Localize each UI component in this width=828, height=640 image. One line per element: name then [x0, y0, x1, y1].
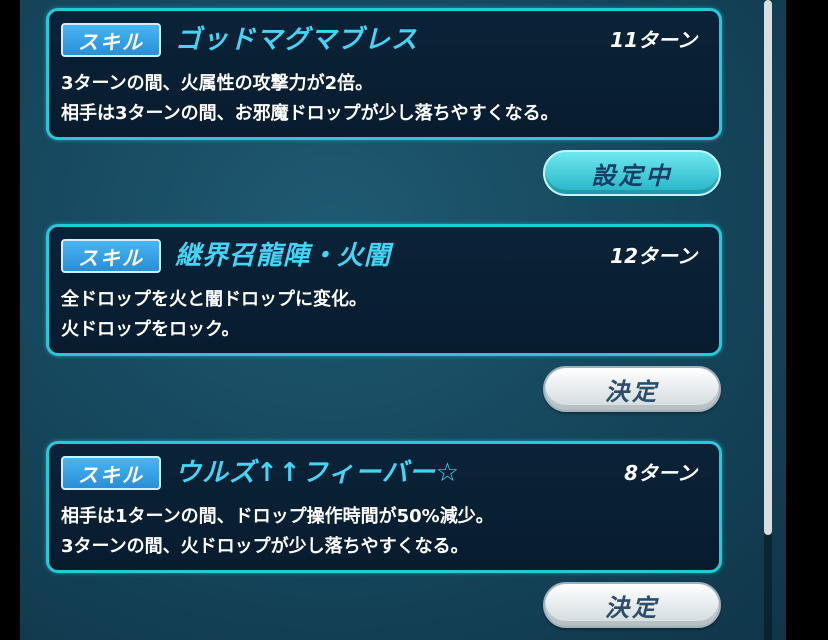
skill-description-line: 3ターンの間、火ドロップが少し落ちやすくなる。 — [61, 536, 469, 557]
decide-button[interactable]: 決定 — [543, 366, 721, 412]
skill-name: ゴッドマグマブレス — [175, 25, 419, 55]
skill-description-line: 全ドロップを火と闇ドロップに変化。 — [61, 289, 367, 310]
skill-description-line: 火ドロップをロック。 — [61, 319, 240, 340]
skill-name: ウルズ↑↑フィーバー☆ — [175, 458, 461, 488]
set-active-button[interactable]: 設定中 — [543, 150, 721, 196]
skill-description: 3ターンの間、火属性の攻撃力が2倍。 相手は3ターンの間、お邪魔ドロップが少し落… — [61, 69, 559, 129]
skill-panel-2: スキル 継界召龍陣・火闇 12ターン 全ドロップを火と闇ドロップに変化。 火ドロ… — [46, 224, 722, 356]
skill-description-line: 相手は3ターンの間、お邪魔ドロップが少し落ちやすくなる。 — [61, 103, 559, 124]
skill-description-line: 相手は1ターンの間、ドロップ操作時間が50%減少。 — [61, 506, 494, 527]
skill-name: 継界召龍陣・火闇 — [175, 241, 392, 271]
skill-badge: スキル — [61, 23, 161, 57]
skill-panel-3: スキル ウルズ↑↑フィーバー☆ 8ターン 相手は1ターンの間、ドロップ操作時間が… — [46, 441, 722, 573]
skill-description-line: 3ターンの間、火属性の攻撃力が2倍。 — [61, 73, 374, 94]
skill-badge: スキル — [61, 239, 161, 273]
scrollbar-thumb[interactable] — [764, 0, 772, 535]
skill-panel-1: スキル ゴッドマグマブレス 11ターン 3ターンの間、火属性の攻撃力が2倍。 相… — [46, 8, 722, 140]
skill-turns: 8ターン — [624, 461, 697, 485]
skill-turns: 11ターン — [610, 28, 697, 52]
decide-button[interactable]: 決定 — [543, 582, 721, 628]
left-black-border — [0, 0, 20, 640]
right-black-border — [786, 0, 828, 640]
skill-turns: 12ターン — [610, 244, 697, 268]
skill-badge: スキル — [61, 456, 161, 490]
skill-description: 全ドロップを火と闇ドロップに変化。 火ドロップをロック。 — [61, 285, 367, 345]
skill-description: 相手は1ターンの間、ドロップ操作時間が50%減少。 3ターンの間、火ドロップが少… — [61, 502, 494, 562]
